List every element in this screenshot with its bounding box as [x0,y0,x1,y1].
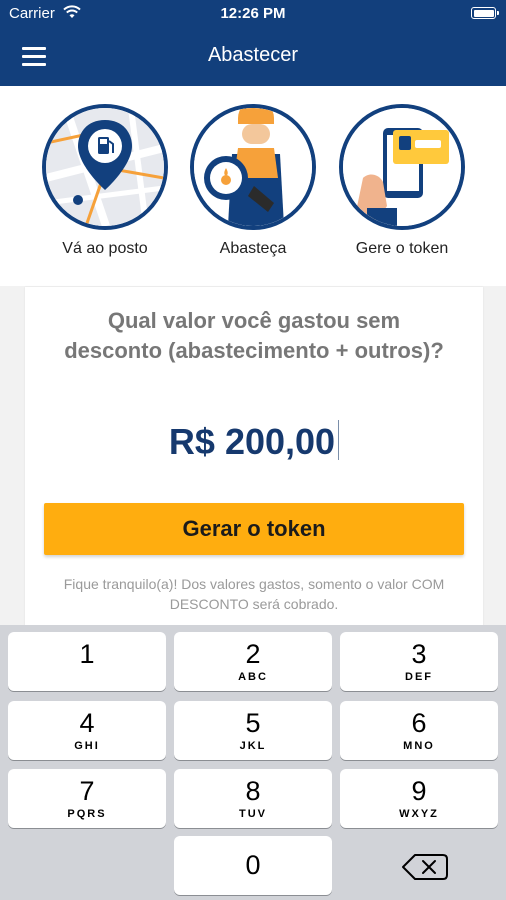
key-letters: GHI [74,740,100,752]
key-letters: PQRS [67,808,107,820]
key-number: 4 [79,708,95,738]
key-letters: ABC [238,671,268,683]
generate-token-button[interactable]: Gerar o token [44,503,464,555]
step-label: Gere o token [355,240,449,257]
key-1[interactable]: 1 [8,632,166,691]
discount-note: Fique tranquilo(a)! Dos valores gastos, … [63,576,445,612]
key-8[interactable]: 8 TUV [174,769,332,828]
key-number: 8 [245,776,261,806]
fuel-location-pin-icon [42,104,168,230]
amount-card: Qual valor você gastou sem desconto (aba… [25,287,483,647]
battery-icon [471,7,499,19]
key-number: 1 [79,639,95,669]
amount-input[interactable]: R$ 200,00 [25,420,483,463]
key-letters: JKL [239,740,267,752]
key-number: 2 [245,639,261,669]
key-4[interactable]: 4 GHI [8,701,166,760]
step-go-to-station: Vá ao posto [30,104,180,258]
numeric-keypad: 1 2 ABC 3 DEF 4 GHI 5 JKL 6 MNO 7 PQRS 8… [0,625,506,900]
backspace-icon[interactable] [395,847,455,887]
key-2[interactable]: 2 ABC [174,632,332,691]
nav-bar: Abastecer [0,28,506,86]
step-label: Vá ao posto [62,240,148,257]
key-number: 6 [411,708,427,738]
clock: 12:26 PM [220,5,286,22]
key-number: 5 [245,708,261,738]
key-letters: DEF [405,671,433,683]
key-letters: WXYZ [399,808,439,820]
key-9[interactable]: 9 WXYZ [340,769,498,828]
phone-token-icon [339,104,465,230]
key-number: 0 [245,850,261,880]
step-generate-token: Gere o token [327,104,477,258]
key-letters: TUV [239,808,267,820]
key-6[interactable]: 6 MNO [340,701,498,760]
amount-value: R$ 200,00 [168,421,336,462]
step-label: Abasteça [219,240,287,257]
key-number: 3 [411,639,427,669]
status-bar: Carrier 12:26 PM [0,0,506,28]
key-3[interactable]: 3 DEF [340,632,498,691]
key-7[interactable]: 7 PQRS [8,769,166,828]
key-letters: MNO [403,740,435,752]
step-fill-up: Abasteça [178,104,328,258]
key-number: 9 [411,776,427,806]
page-title: Abastecer [207,44,299,66]
amount-question: Qual valor você gastou sem desconto (aba… [64,308,444,363]
steps-row: Vá ao posto Abasteça Gere o token [0,104,506,264]
text-cursor [338,420,340,460]
gas-attendant-icon [190,104,316,230]
key-0[interactable]: 0 [174,836,332,895]
key-number: 7 [79,776,95,806]
key-5[interactable]: 5 JKL [174,701,332,760]
